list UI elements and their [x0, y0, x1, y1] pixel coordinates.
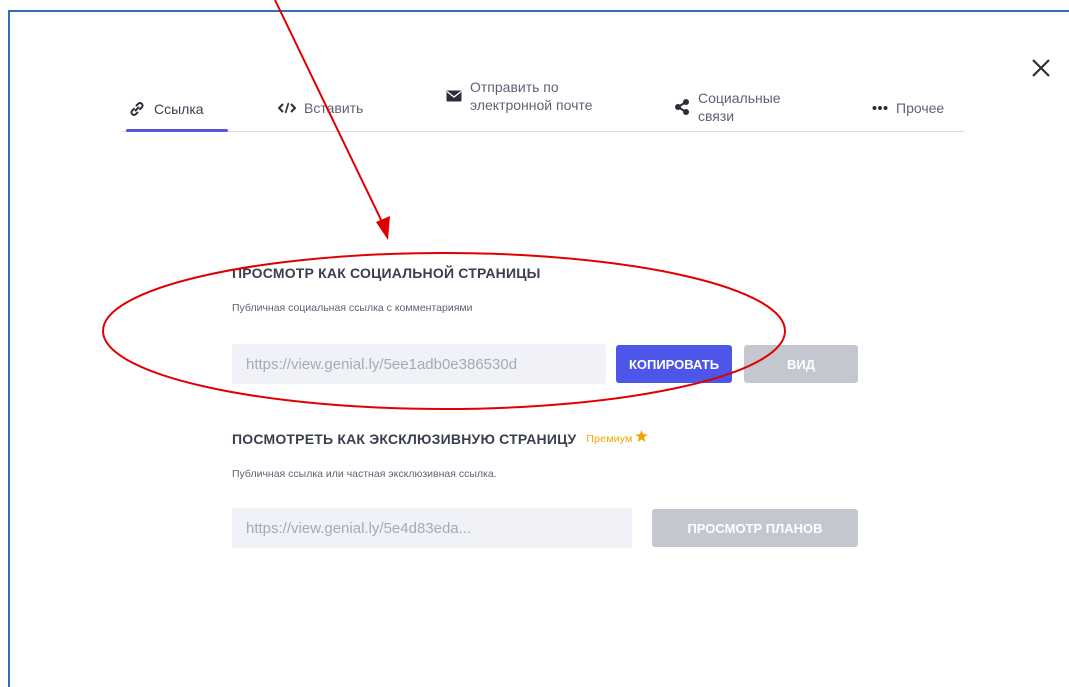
view-button[interactable]: ВИД — [744, 345, 858, 383]
exclusive-section-title-text: ПОСМОТРЕТЬ КАК ЭКСКЛЮЗИВНУЮ СТРАНИЦУ — [232, 431, 577, 447]
mail-icon — [446, 90, 462, 102]
close-icon — [1032, 59, 1050, 77]
tab-more-label: Прочее — [896, 100, 945, 116]
code-icon — [278, 102, 296, 114]
exclusive-url-field[interactable]: https://view.genial.ly/5e4d83eda... — [232, 508, 632, 548]
tab-link[interactable]: Ссылка — [128, 100, 204, 118]
close-button[interactable] — [1028, 55, 1054, 81]
window-frame-left — [8, 10, 10, 687]
tab-embed[interactable]: Вставить — [278, 100, 363, 116]
share-tabs: Ссылка Вставить Отправить по электронной… — [118, 78, 966, 140]
window-frame-top — [8, 10, 1069, 12]
social-section-title: ПРОСМОТР КАК СОЦИАЛЬНОЙ СТРАНИЦЫ — [232, 265, 541, 281]
tab-email-label: Отправить по электронной почте — [470, 79, 593, 113]
link-icon — [128, 100, 146, 118]
tab-social[interactable]: Социальные связи — [674, 89, 808, 125]
tab-embed-label: Вставить — [304, 100, 364, 116]
share-icon — [674, 98, 690, 116]
copy-button[interactable]: КОПИРОВАТЬ — [616, 345, 732, 383]
tabs-divider — [122, 131, 964, 132]
tab-social-label: Социальные связи — [698, 90, 781, 124]
exclusive-section-title: ПОСМОТРЕТЬ КАК ЭКСКЛЮЗИВНУЮ СТРАНИЦУ Прем… — [232, 430, 649, 447]
active-tab-indicator — [126, 129, 228, 132]
exclusive-section-subtitle: Публичная ссылка или частная эксклюзивна… — [232, 468, 497, 480]
premium-label: Премиум — [586, 433, 633, 445]
social-section-subtitle: Публичная социальная ссылка с комментари… — [232, 302, 473, 314]
tab-more[interactable]: Прочее — [872, 100, 944, 116]
social-url-field[interactable]: https://view.genial.ly/5ee1adb0e386530d — [232, 344, 606, 384]
more-dots-icon — [872, 105, 888, 111]
tab-email[interactable]: Отправить по электронной почте — [446, 78, 600, 114]
tab-link-label: Ссылка — [154, 101, 204, 117]
star-icon — [635, 430, 649, 445]
annotation-arrowhead — [376, 216, 390, 240]
premium-badge: Премиум — [586, 430, 649, 445]
view-plans-button[interactable]: ПРОСМОТР ПЛАНОВ — [652, 509, 858, 547]
